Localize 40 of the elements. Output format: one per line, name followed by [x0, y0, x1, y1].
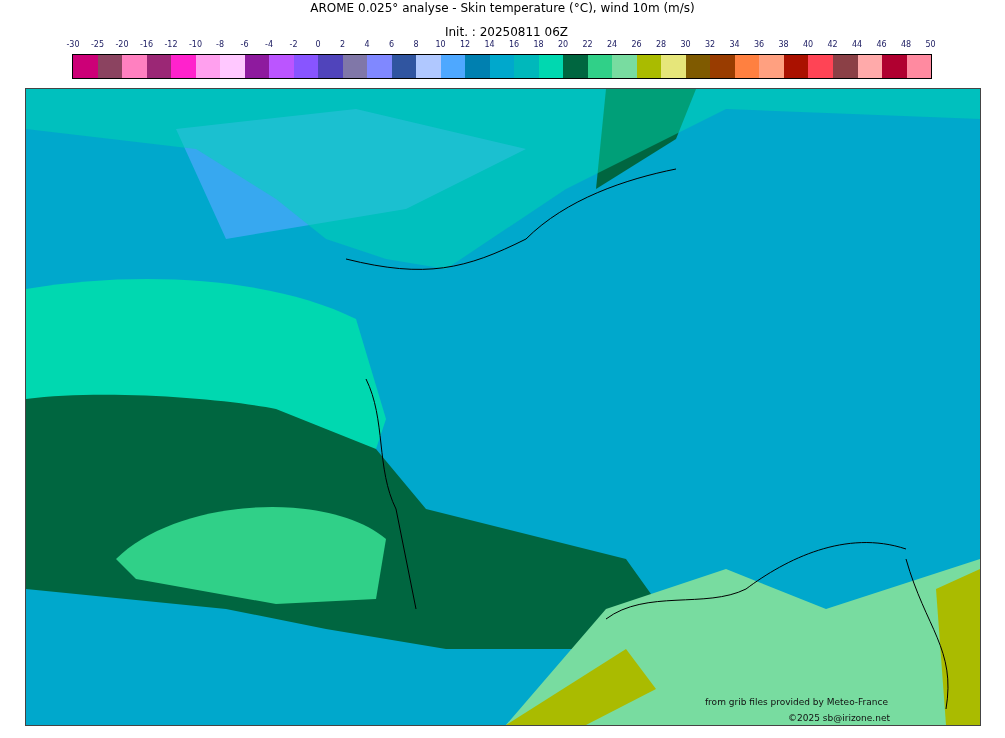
colorbar-tick-label: -10 [187, 39, 204, 51]
colorbar-tick-label: 28 [654, 39, 668, 51]
colorbar-tick-label: 32 [703, 39, 717, 51]
colorbar-tick-label: -4 [264, 39, 274, 51]
colorbar-tick-label: -16 [138, 39, 155, 51]
colorbar-tick-label: 42 [826, 39, 839, 51]
colorbar-tick-label: 22 [581, 39, 594, 51]
colorbar-tick-label: -6 [239, 39, 250, 51]
colorbar-tick-label: 24 [605, 39, 619, 51]
colorbar-tick-label: 44 [850, 39, 864, 51]
colorbar-tick-label: 2 [338, 39, 347, 51]
colorbar-tick-label: -25 [89, 39, 106, 51]
colorbar-tick-label: 10 [434, 39, 447, 51]
colorbar-tick-label: 6 [387, 39, 396, 51]
colorbar-tick-label: 46 [875, 39, 888, 51]
data-source-note: from grib files provided by Meteo-France [704, 697, 888, 707]
colorbar-tick-label: 20 [556, 39, 570, 51]
chart-title: AROME 0.025° analyse - Skin temperature (°C), wind 10m (m/s) [310, 1, 695, 15]
colorbar-tick-label: 26 [630, 39, 643, 51]
colorbar-tick-label: -8 [215, 39, 225, 51]
colorbar-tick-label: 8 [412, 39, 420, 51]
colorbar-tick-label: 40 [801, 39, 815, 51]
colorbar-tick-label: 18 [532, 39, 545, 51]
colorbar-tick-label: -12 [163, 39, 179, 51]
init-time: Init. : 20250811 06Z [444, 25, 569, 39]
colorbar-tick-label: 4 [363, 39, 371, 51]
colorbar-tick-label: 0 [314, 39, 322, 51]
colorbar-tick-label: 50 [924, 39, 937, 51]
colorbar-tick-label: 38 [777, 39, 790, 51]
copyright-note: ©2025 sb@irizone.net [788, 713, 890, 723]
colorbar-tick-label: 48 [899, 39, 913, 51]
colorbar-tick-label: 30 [679, 39, 692, 51]
colorbar-tick-label: -2 [288, 39, 299, 51]
colorbar-tick-label: 12 [458, 39, 472, 51]
colorbar-tick-label: 14 [483, 39, 496, 51]
colorbar-tick-label: 34 [728, 39, 741, 51]
colorbar-tick-label: 36 [752, 39, 766, 51]
colorbar-tick-label: -20 [114, 39, 130, 51]
colorbar-tick-label: -30 [65, 39, 81, 51]
colorbar-tick-label: 16 [507, 39, 521, 51]
